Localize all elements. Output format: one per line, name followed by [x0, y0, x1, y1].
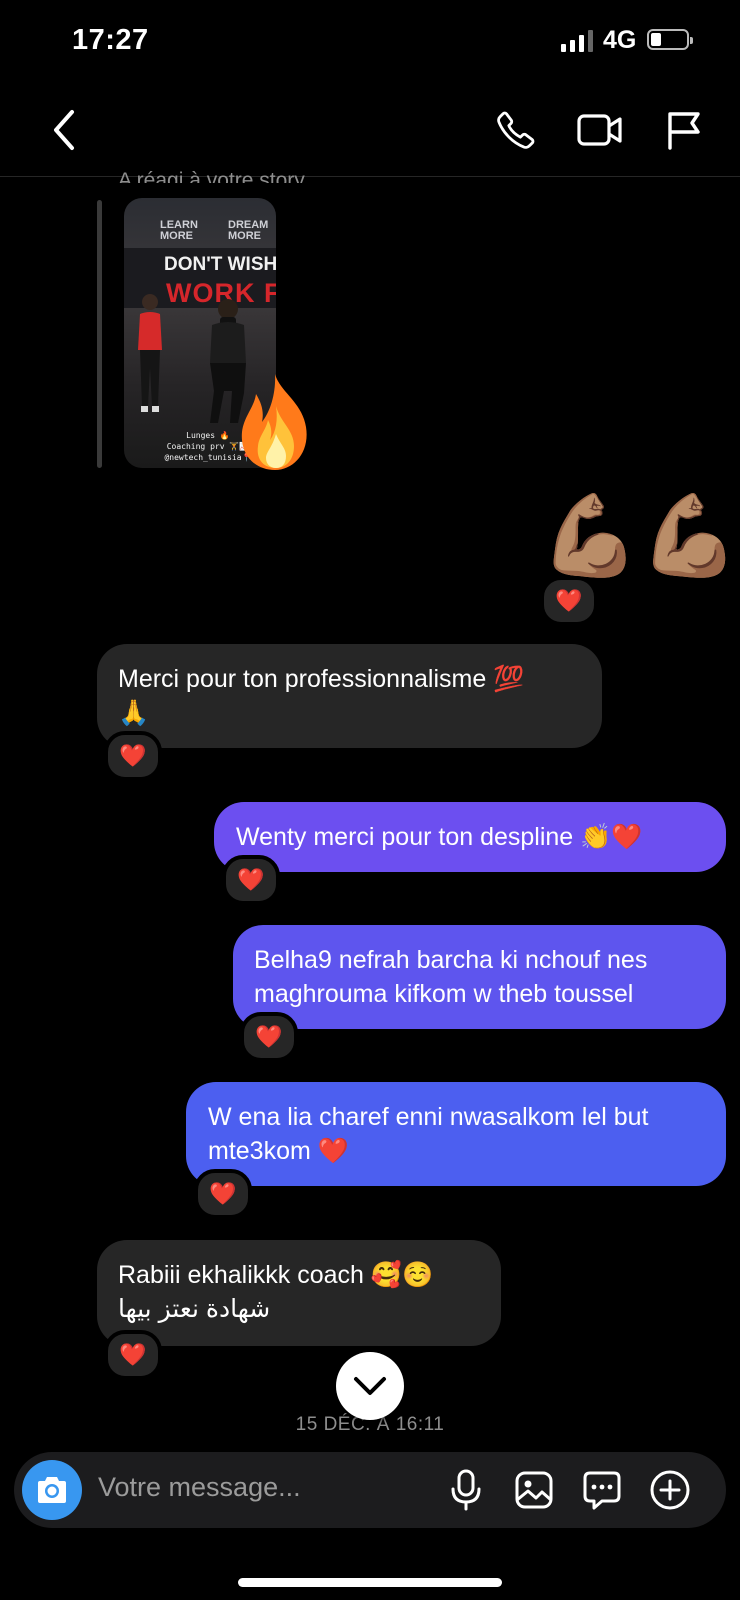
signal-strength-icon [561, 30, 593, 52]
story-text-learn: LEARN MORE [160, 219, 198, 242]
message-text: Rabiii ekhalikkk coach 🥰☺️ [118, 1261, 434, 1289]
message-input[interactable]: Votre message... [98, 1472, 301, 1503]
camera-button[interactable] [22, 1460, 82, 1520]
story-text-dream: DREAM MORE [228, 219, 269, 242]
back-button[interactable] [44, 104, 84, 156]
incoming-message[interactable]: Merci pour ton professionnalisme 💯 🙏 [97, 644, 602, 748]
reaction-heart[interactable]: ❤️ [240, 1012, 298, 1062]
incoming-message[interactable]: Rabiii ekhalikkk coach 🥰☺️ شهادة نعتز بي… [97, 1240, 501, 1346]
video-call-button[interactable] [574, 106, 626, 154]
chevron-left-icon [54, 110, 74, 150]
call-button[interactable] [492, 106, 540, 154]
heart-reaction-icon: ❤️ [237, 867, 265, 892]
home-indicator [238, 1578, 502, 1587]
outgoing-message[interactable]: W ena lia charef enni nwasalkom lel but … [186, 1082, 726, 1186]
heart-reaction-icon: ❤️ [119, 1342, 147, 1367]
sticker-button[interactable] [580, 1468, 624, 1512]
reaction-heart[interactable]: ❤️ [104, 1330, 162, 1380]
flag-icon [668, 112, 700, 150]
emoji-message[interactable]: 💪🏽💪🏽 [540, 496, 739, 576]
story-reply-label: A réagi à votre story [118, 169, 305, 183]
reaction-heart[interactable]: ❤️ [540, 576, 598, 626]
scroll-to-bottom-button[interactable] [336, 1352, 404, 1420]
outgoing-message[interactable]: Belha9 nefrah barcha ki nchouf nes maghr… [233, 925, 726, 1029]
battery-icon [647, 29, 693, 50]
gallery-button[interactable] [512, 1468, 556, 1512]
plus-circle-icon [650, 1470, 690, 1510]
story-person-left [138, 294, 162, 412]
video-camera-icon [577, 114, 622, 146]
microphone-icon [451, 1469, 481, 1511]
phone-icon [497, 111, 535, 149]
more-options-button[interactable] [648, 1468, 692, 1512]
voice-message-button[interactable] [446, 1468, 486, 1512]
gallery-icon [515, 1471, 553, 1509]
fire-sticker [241, 374, 307, 470]
reaction-heart[interactable]: ❤️ [104, 731, 162, 781]
reaction-heart[interactable]: ❤️ [194, 1169, 252, 1219]
outgoing-message[interactable]: Wenty merci pour ton despline 👏❤️ [214, 802, 726, 872]
chevron-down-icon [354, 1377, 386, 1395]
heart-reaction-icon: ❤️ [119, 743, 147, 768]
camera-icon [38, 1477, 66, 1503]
story-text-wish: DON'T WISH I [164, 254, 276, 275]
story-reply-bar [97, 200, 102, 468]
network-type: 4G [603, 26, 637, 54]
report-button[interactable] [662, 106, 706, 154]
heart-reaction-icon: ❤️ [209, 1181, 237, 1206]
message-text-arabic: شهادة نعتز بيها [118, 1295, 271, 1323]
heart-reaction-icon: ❤️ [255, 1024, 283, 1049]
heart-reaction-icon: ❤️ [555, 588, 583, 613]
header-divider [0, 176, 740, 177]
reaction-heart[interactable]: ❤️ [222, 855, 280, 905]
status-time: 17:27 [72, 24, 149, 56]
sticker-chat-icon [583, 1471, 621, 1510]
